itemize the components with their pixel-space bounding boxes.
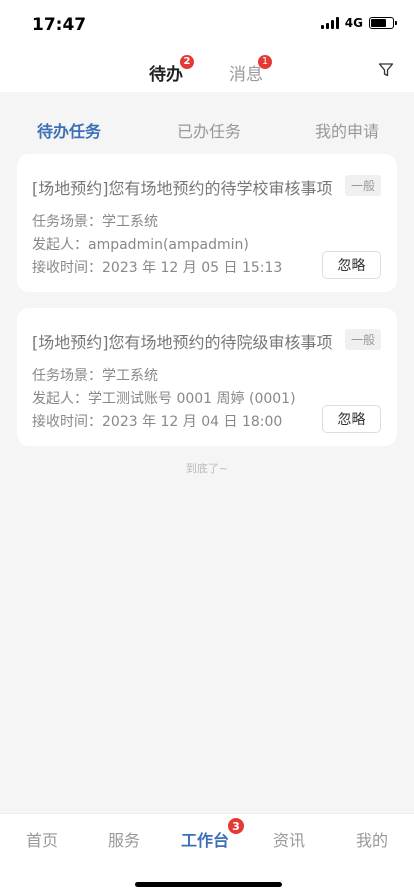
tab-my-applications[interactable]: 我的申请 (315, 118, 379, 142)
tab-messages-label: 消息 (229, 65, 263, 85)
ignore-button[interactable]: 忽略 (322, 251, 381, 279)
filter-icon[interactable] (378, 62, 394, 78)
status-time: 17:47 (32, 15, 87, 35)
tab-todo-label: 待办 (149, 65, 183, 85)
task-card[interactable]: [场地预约]您有场地预约的待院级审核事项 一般 任务场景：学工系统 发起人：学工… (17, 308, 397, 446)
top-nav: 待办 2 消息 1 (0, 48, 414, 92)
tab-todo[interactable]: 待办 2 (149, 55, 194, 85)
task-scene: 任务场景：学工系统 (32, 214, 158, 230)
status-bar: 17:47 4G (0, 0, 414, 48)
sub-tabs: 待办任务 已办任务 我的申请 (0, 92, 414, 154)
battery-level (371, 19, 386, 27)
task-scene: 任务场景：学工系统 (32, 368, 158, 384)
task-initiator: 发起人：学工测试账号 0001 周婷 (0001) (32, 391, 296, 407)
priority-tag: 一般 (344, 175, 381, 196)
nav-workbench-badge: 3 (228, 818, 244, 834)
priority-tag: 一般 (344, 329, 381, 350)
task-title: [场地预约]您有场地预约的待院级审核事项 (32, 333, 333, 352)
battery-icon (369, 17, 397, 29)
task-initiator: 发起人：ampadmin(ampadmin) (32, 237, 249, 253)
nav-workbench[interactable]: 工作台 3 (181, 818, 244, 851)
nav-home[interactable]: 首页 (26, 827, 58, 851)
nav-workbench-label: 工作台 (181, 831, 230, 850)
home-indicator (135, 882, 282, 887)
task-received-time: 接收时间：2023 年 12 月 05 日 15:13 (32, 260, 283, 276)
end-of-list-text: 到底了~ (185, 462, 229, 475)
nav-services[interactable]: 服务 (108, 827, 140, 851)
ignore-button[interactable]: 忽略 (322, 405, 381, 433)
task-received-time: 接收时间：2023 年 12 月 04 日 18:00 (32, 414, 283, 430)
nav-news[interactable]: 资讯 (273, 827, 305, 851)
tab-messages-badge: 1 (258, 55, 272, 69)
tab-completed-tasks[interactable]: 已办任务 (177, 118, 241, 142)
tab-todo-badge: 2 (180, 55, 194, 69)
tab-pending-tasks[interactable]: 待办任务 (37, 118, 101, 142)
tab-messages[interactable]: 消息 1 (229, 55, 272, 85)
signal-bars-icon (320, 17, 339, 29)
nav-profile[interactable]: 我的 (356, 827, 388, 851)
task-card[interactable]: [场地预约]您有场地预约的待学校审核事项 一般 任务场景：学工系统 发起人：am… (17, 154, 397, 292)
status-indicators: 4G (320, 16, 397, 30)
task-title: [场地预约]您有场地预约的待学校审核事项 (32, 179, 333, 198)
network-label: 4G (344, 16, 363, 30)
